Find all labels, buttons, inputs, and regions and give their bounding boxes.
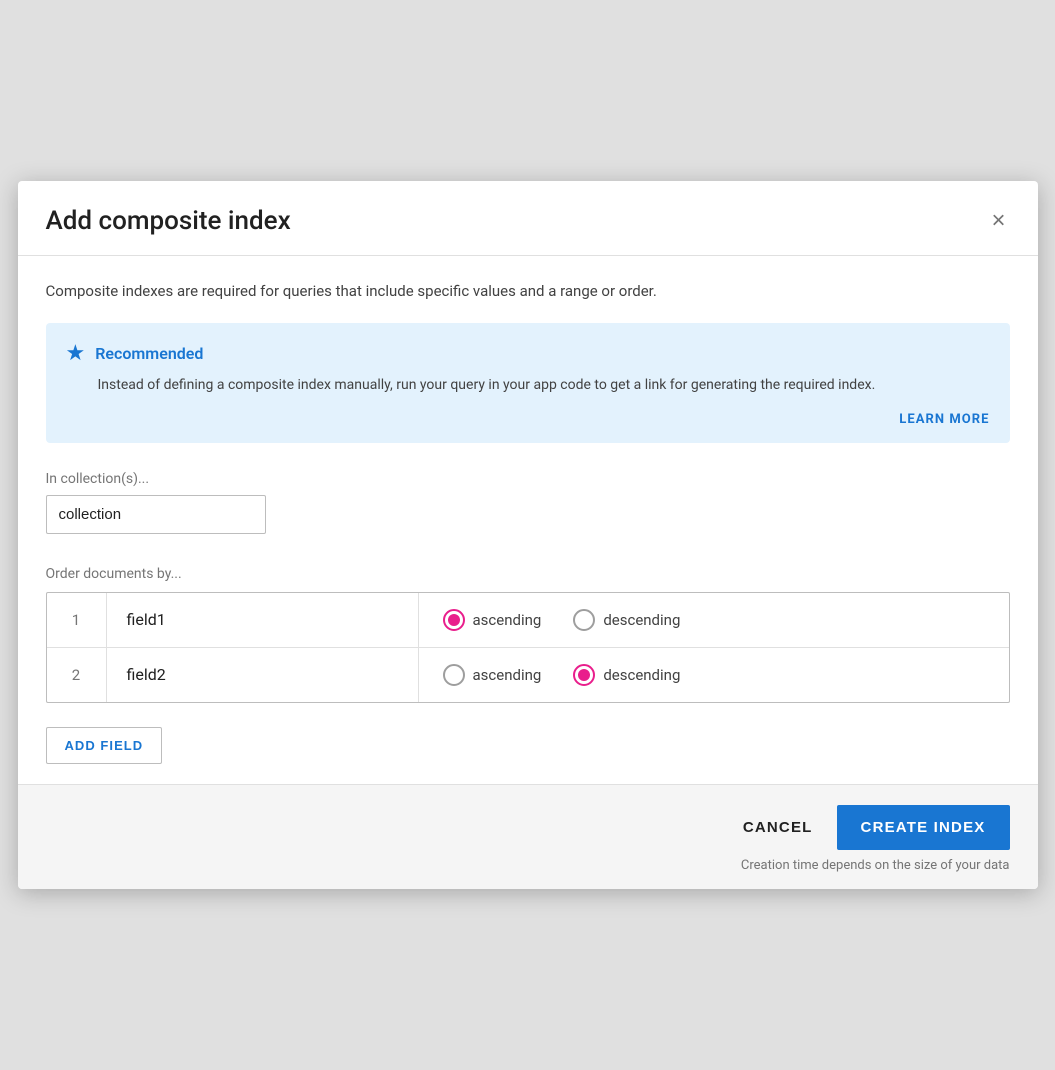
collection-input[interactable] <box>46 495 266 534</box>
ascending-label-1: ascending <box>473 611 542 629</box>
fields-table: 1 field1 ascending descending <box>46 592 1010 703</box>
rec-header: ★ Recommended <box>66 341 990 366</box>
field-name-1: field1 <box>107 593 419 647</box>
learn-more-link[interactable]: LEARN MORE <box>899 412 989 427</box>
field-num-1: 1 <box>47 593 107 647</box>
create-index-button[interactable]: CREATE INDEX <box>837 805 1010 850</box>
add-field-button[interactable]: ADD FIELD <box>46 727 163 764</box>
field-name-2: field2 <box>107 648 419 702</box>
descending-radio-2[interactable] <box>573 664 595 686</box>
field-options-2: ascending descending <box>419 648 1009 702</box>
ascending-label-2: ascending <box>473 666 542 684</box>
collection-label: In collection(s)... <box>46 471 1010 487</box>
order-section: Order documents by... 1 field1 ascending <box>46 566 1010 764</box>
footer-buttons: CANCEL CREATE INDEX <box>719 805 1010 850</box>
descending-option-1[interactable]: descending <box>573 609 680 631</box>
rec-title: Recommended <box>95 344 203 363</box>
ascending-radio-2[interactable] <box>443 664 465 686</box>
cancel-button[interactable]: CANCEL <box>719 805 837 850</box>
dialog-title: Add composite index <box>46 206 291 236</box>
star-icon: ★ <box>66 341 86 366</box>
ascending-option-1[interactable]: ascending <box>443 609 542 631</box>
description-text: Composite indexes are required for queri… <box>46 280 1010 303</box>
descending-label-2: descending <box>603 666 680 684</box>
field-row: 2 field2 ascending descending <box>47 648 1009 702</box>
field-row: 1 field1 ascending descending <box>47 593 1009 648</box>
footer-note: Creation time depends on the size of you… <box>741 858 1010 873</box>
close-button[interactable]: × <box>987 205 1009 237</box>
ascending-radio-1[interactable] <box>443 609 465 631</box>
field-options-1: ascending descending <box>419 593 1009 647</box>
dialog-footer: CANCEL CREATE INDEX Creation time depend… <box>18 784 1038 889</box>
field-num-2: 2 <box>47 648 107 702</box>
learn-more-container: LEARN MORE <box>66 408 990 427</box>
order-label: Order documents by... <box>46 566 1010 582</box>
descending-label-1: descending <box>603 611 680 629</box>
dialog-header: Add composite index × <box>18 181 1038 256</box>
add-composite-index-dialog: Add composite index × Composite indexes … <box>18 181 1038 889</box>
descending-radio-1[interactable] <box>573 609 595 631</box>
descending-option-2[interactable]: descending <box>573 664 680 686</box>
ascending-option-2[interactable]: ascending <box>443 664 542 686</box>
dialog-body: Composite indexes are required for queri… <box>18 256 1038 784</box>
rec-body: Instead of defining a composite index ma… <box>98 374 990 396</box>
recommendation-box: ★ Recommended Instead of defining a comp… <box>46 323 1010 443</box>
